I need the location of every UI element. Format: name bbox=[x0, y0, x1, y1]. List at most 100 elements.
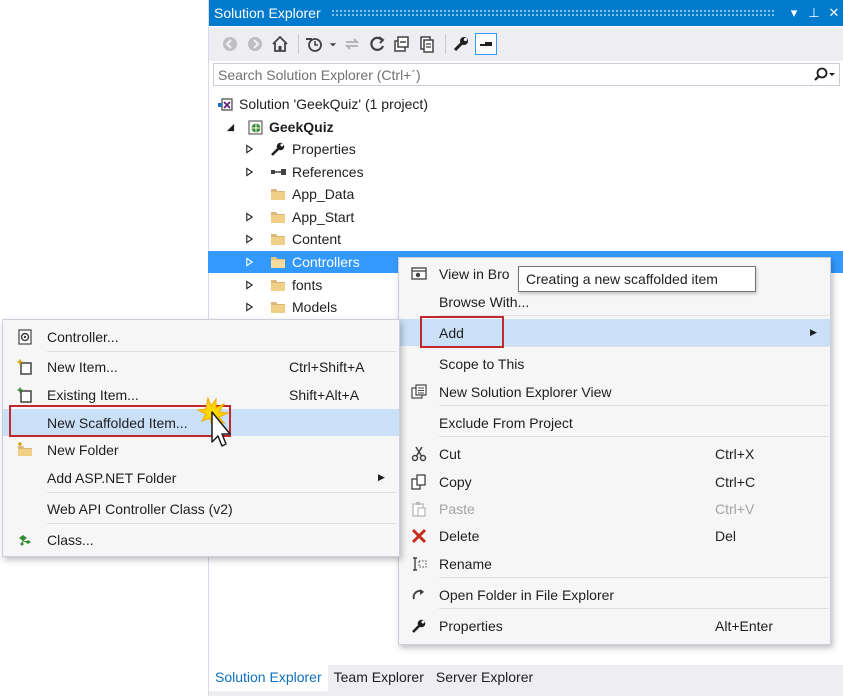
tree-item-app-data[interactable]: App_Data bbox=[208, 183, 843, 205]
tree-item-label: fonts bbox=[292, 276, 323, 293]
menu-item-label: New Solution Explorer View bbox=[439, 383, 612, 400]
menu-item-label: Browse With... bbox=[439, 293, 530, 310]
collapsed-arrow-icon[interactable] bbox=[242, 232, 256, 246]
collapsed-arrow-icon[interactable] bbox=[242, 142, 256, 156]
panel-title: Solution Explorer bbox=[214, 5, 321, 21]
new-folder-icon bbox=[3, 436, 47, 463]
tree-item-references[interactable]: References bbox=[208, 161, 843, 183]
mouse-cursor bbox=[192, 396, 236, 456]
tree-item-content[interactable]: Content bbox=[208, 228, 843, 250]
menu-item-rename[interactable]: Rename bbox=[399, 550, 830, 577]
menu-icon-slot bbox=[3, 464, 47, 491]
collapse-all-button[interactable] bbox=[391, 33, 413, 55]
menu-item-open-folder-in-file-explorer[interactable]: Open Folder in File Explorer bbox=[399, 581, 830, 608]
tab-solution-explorer[interactable]: Solution Explorer bbox=[209, 665, 328, 691]
submenu-item-add-asp-net-folder[interactable]: Add ASP.NET Folder bbox=[3, 464, 399, 491]
context-menu: View in Brohift+WBrowse With...AddScope … bbox=[398, 257, 831, 645]
close-icon[interactable]: ✕ bbox=[824, 5, 843, 21]
open-folder-icon bbox=[399, 581, 439, 608]
menu-item-copy[interactable]: Copy Ctrl+C bbox=[399, 468, 830, 495]
pending-dropdown-button[interactable] bbox=[328, 33, 338, 55]
properties-button[interactable] bbox=[450, 33, 472, 55]
project-label: GeekQuiz bbox=[269, 119, 334, 135]
menu-separator bbox=[47, 351, 397, 352]
dropdown-icon[interactable]: ▾ bbox=[784, 5, 804, 21]
bottom-tab-strip: Solution Explorer Team Explorer Server E… bbox=[209, 665, 843, 696]
collapsed-arrow-icon[interactable] bbox=[242, 300, 256, 314]
search-input[interactable] bbox=[214, 64, 809, 85]
menu-item-label: Add ASP.NET Folder bbox=[47, 469, 177, 486]
home-icon bbox=[272, 35, 288, 52]
menu-item-label: Paste bbox=[439, 500, 475, 517]
collapsed-arrow-icon[interactable] bbox=[242, 255, 256, 269]
annotation-highlight-box bbox=[420, 316, 504, 348]
collapsed-arrow-icon[interactable] bbox=[242, 210, 256, 224]
back-icon bbox=[223, 37, 237, 51]
back-button[interactable] bbox=[219, 33, 241, 55]
cut-icon bbox=[399, 440, 439, 467]
menu-item-shortcut: Ctrl+C bbox=[715, 473, 756, 490]
tree-item-label: App_Start bbox=[292, 208, 355, 225]
menu-separator bbox=[47, 523, 397, 524]
menu-item-cut[interactable]: Cut Ctrl+X bbox=[399, 440, 830, 467]
panel-toolbar bbox=[209, 27, 843, 61]
menu-item-shortcut: Shift+Alt+A bbox=[289, 386, 360, 403]
submenu-item-controller[interactable]: Controller... bbox=[3, 323, 399, 350]
tree-item-label: Content bbox=[292, 231, 342, 248]
tree-item-app-start[interactable]: App_Start bbox=[208, 206, 843, 228]
refresh-button[interactable] bbox=[366, 33, 388, 55]
tree-project-node[interactable]: GeekQuiz bbox=[209, 116, 843, 138]
pin-icon[interactable]: ⊥ bbox=[804, 5, 824, 21]
delete-icon bbox=[399, 522, 439, 549]
menu-item-properties[interactable]: Properties Alt+Enter bbox=[399, 612, 830, 639]
menu-item-scope-to-this[interactable]: Scope to This bbox=[399, 350, 830, 377]
home-button[interactable] bbox=[269, 33, 291, 55]
menu-item-label: Web API Controller Class (v2) bbox=[47, 500, 233, 517]
menu-separator bbox=[439, 436, 829, 437]
menu-item-label: Scope to This bbox=[439, 355, 525, 372]
controller-icon bbox=[3, 323, 47, 350]
menu-separator bbox=[439, 405, 829, 406]
search-box[interactable] bbox=[213, 63, 840, 86]
folder-icon bbox=[268, 276, 288, 294]
submenu-item-new-item[interactable]: New Item... Ctrl+Shift+A bbox=[3, 353, 399, 380]
menu-item-new-solution-explorer-view[interactable]: New Solution Explorer View bbox=[399, 378, 830, 405]
tab-team-explorer[interactable]: Team Explorer bbox=[328, 665, 430, 691]
menu-item-label: Class... bbox=[47, 531, 94, 548]
rename-icon bbox=[399, 550, 439, 577]
menu-item-label: Controller... bbox=[47, 328, 119, 345]
collapsed-arrow-icon[interactable] bbox=[242, 278, 256, 292]
titlebar-grip[interactable] bbox=[330, 9, 774, 17]
menu-separator bbox=[47, 492, 397, 493]
sync-button[interactable] bbox=[341, 33, 363, 55]
pending-changes-button[interactable] bbox=[303, 33, 325, 55]
preview-selected-button[interactable] bbox=[475, 33, 497, 55]
menu-item-shortcut: Alt+Enter bbox=[715, 617, 773, 634]
menu-item-label: Open Folder in File Explorer bbox=[439, 586, 615, 603]
menu-icon-slot bbox=[399, 409, 439, 436]
collapse-all-icon bbox=[394, 36, 409, 52]
chevron-down-icon bbox=[329, 43, 337, 47]
menu-item-browse-with[interactable]: Browse With... bbox=[399, 288, 830, 315]
tree-solution-node[interactable]: Solution 'GeekQuiz' (1 project) bbox=[209, 93, 843, 115]
show-all-files-button[interactable] bbox=[416, 33, 438, 55]
menu-item-label: Existing Item... bbox=[47, 386, 139, 403]
folder-icon bbox=[268, 185, 288, 203]
menu-icon-slot bbox=[3, 495, 47, 522]
tree-item-properties[interactable]: Properties bbox=[208, 138, 843, 160]
submenu-item-web-api-controller-class[interactable]: Web API Controller Class (v2) bbox=[3, 495, 399, 522]
expanded-arrow-icon[interactable] bbox=[223, 120, 237, 134]
class-icon bbox=[3, 526, 47, 553]
menu-item-label: Copy bbox=[439, 473, 472, 490]
menu-item-delete[interactable]: Delete Del bbox=[399, 522, 830, 549]
tab-server-explorer[interactable]: Server Explorer bbox=[430, 665, 539, 691]
wrench-icon bbox=[453, 37, 468, 52]
forward-button[interactable] bbox=[244, 33, 266, 55]
submenu-item-class[interactable]: Class... bbox=[3, 526, 399, 553]
menu-icon-slot bbox=[399, 350, 439, 377]
search-icon[interactable] bbox=[809, 67, 839, 83]
menu-item-label: Cut bbox=[439, 445, 461, 462]
menu-item-exclude-from-project[interactable]: Exclude From Project bbox=[399, 409, 830, 436]
collapsed-arrow-icon[interactable] bbox=[242, 165, 256, 179]
history-icon bbox=[306, 38, 322, 52]
